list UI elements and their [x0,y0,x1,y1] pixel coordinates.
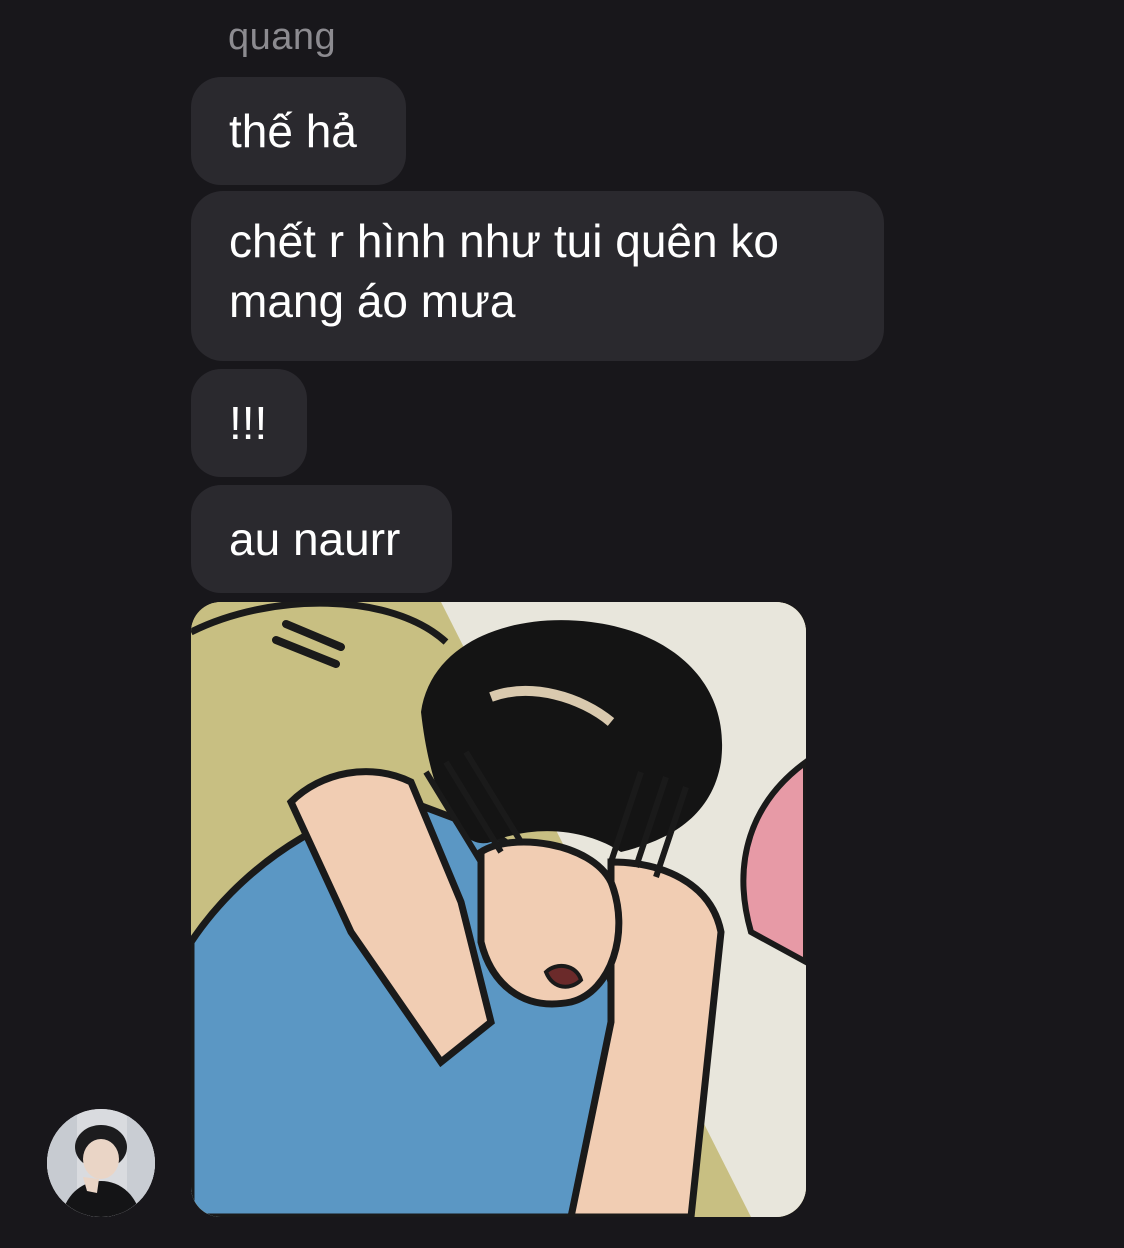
sender-name: quang [228,16,337,58]
message-bubble[interactable]: !!! [191,369,307,477]
user-avatar-icon [47,1109,155,1217]
comic-image-icon [191,602,806,1217]
message-text: !!! [229,397,268,449]
message-text: au naurr [229,513,401,565]
message-bubble[interactable]: au naurr [191,485,452,593]
chat-thread: quang thế hả chết r hình như tui quên ko… [0,0,1124,1248]
sender-avatar[interactable] [47,1109,155,1217]
image-message[interactable] [191,602,806,1217]
message-bubble[interactable]: thế hả [191,77,406,185]
message-bubble[interactable]: chết r hình như tui quên ko mang áo mưa [191,191,884,361]
message-text: chết r hình như tui quên ko mang áo mưa [229,215,779,327]
message-text: thế hả [229,105,357,157]
